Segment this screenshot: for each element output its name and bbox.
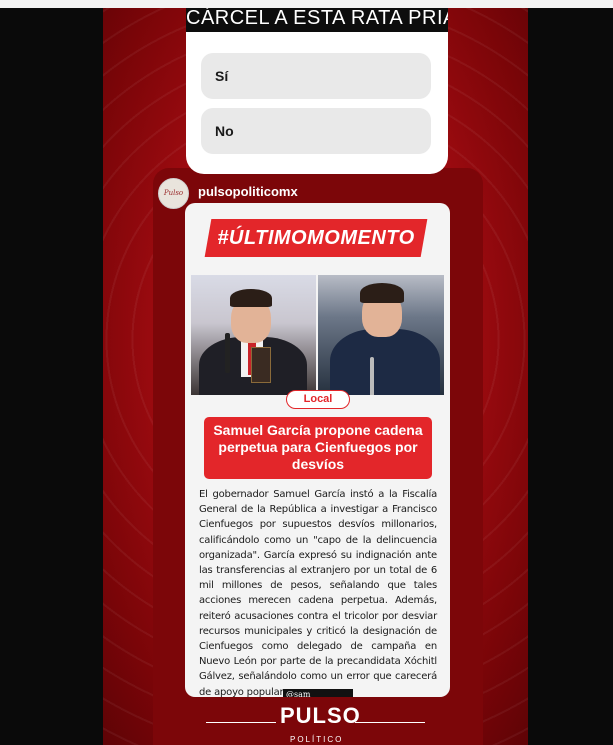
pulso-logo-subtitle: POLÍTICO [290, 735, 344, 744]
pulso-logo: PULSO [280, 703, 361, 728]
story-viewer: CÁRCEL A ESTA RATA PRIAN Sí No Pulso pul… [0, 0, 613, 745]
poll-option-yes[interactable]: Sí [201, 53, 431, 99]
top-edge [0, 0, 613, 8]
story-background[interactable]: CÁRCEL A ESTA RATA PRIAN Sí No Pulso pul… [103, 8, 528, 745]
breaking-news-banner: #ÚLTIMOMOMENTO [217, 227, 415, 249]
poll-sticker: CÁRCEL A ESTA RATA PRIAN Sí No [186, 8, 448, 174]
photo-cienfuegos [318, 275, 444, 395]
poll-option-no[interactable]: No [201, 108, 431, 154]
post-username[interactable]: pulsopoliticomx [198, 184, 298, 199]
photo-credit: @sam [283, 689, 353, 697]
category-tag: Local [286, 390, 350, 409]
poll-question: CÁRCEL A ESTA RATA PRIAN [186, 8, 448, 32]
headline: Samuel García propone cadena perpetua pa… [204, 417, 432, 479]
avatar[interactable]: Pulso [158, 178, 189, 209]
article-body: El gobernador Samuel García instó a la F… [199, 489, 437, 697]
logo-divider-right [355, 722, 425, 723]
photo-samuel-garcia [191, 275, 316, 395]
logo-divider-left [206, 722, 276, 723]
news-card: #ÚLTIMOMOMENTO Local Samuel García propo… [185, 203, 450, 697]
